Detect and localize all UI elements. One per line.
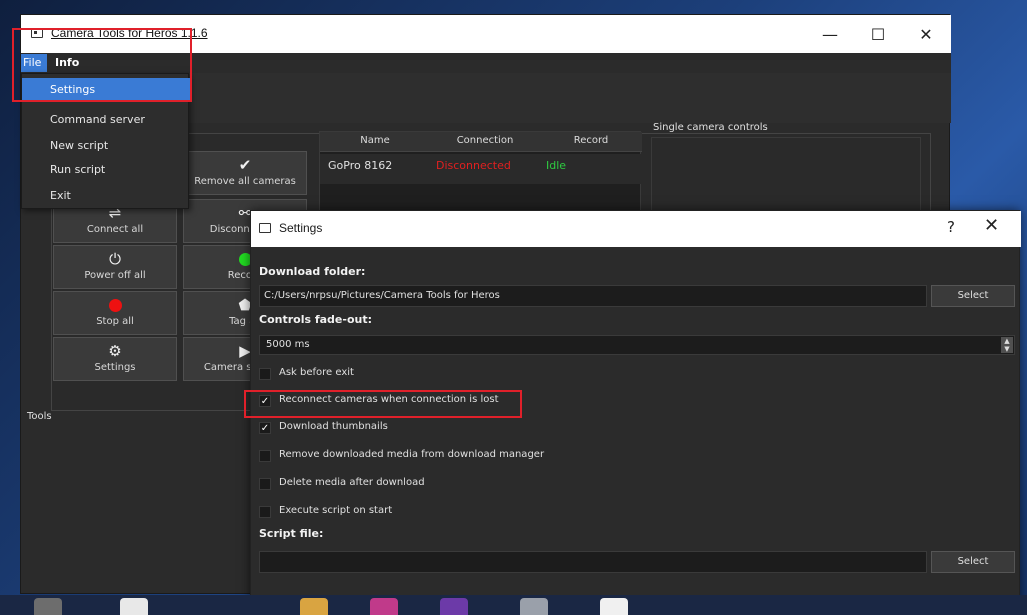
camera-name: GoPro 8162 <box>328 159 393 172</box>
checkbox-ask-before-exit[interactable]: Ask before exit <box>259 365 659 385</box>
download-folder-field[interactable]: C:/Users/nrpsu/Pictures/Camera Tools for… <box>259 285 927 307</box>
taskbar-app-icon[interactable] <box>34 598 62 615</box>
checkmark-icon[interactable]: ✓ <box>259 422 271 434</box>
stop-all-button[interactable]: Stop all <box>53 291 177 335</box>
script-file-label: Script file: <box>259 527 324 540</box>
help-button[interactable]: ? <box>947 218 955 236</box>
connection-status: Disconnected <box>436 159 511 172</box>
power-icon: ⏻ <box>109 250 121 268</box>
record-status: Idle <box>546 159 567 172</box>
spin-arrows-icon[interactable]: ▲ ▼ <box>1001 337 1013 353</box>
taskbar <box>0 595 1027 615</box>
script-file-select-button[interactable]: Select <box>931 551 1015 573</box>
brush-icon: ✔ <box>238 156 252 174</box>
taskbar-app-icon[interactable] <box>300 598 328 615</box>
script-file-field[interactable] <box>259 551 927 573</box>
checkbox-remove-downloaded-media[interactable]: Remove downloaded media from download ma… <box>259 447 679 467</box>
power-off-all-button[interactable]: ⏻ Power off all <box>53 245 177 289</box>
checkbox-download-thumbnails[interactable]: ✓ Download thumbnails <box>259 419 659 439</box>
single-camera-controls-label: Single camera controls <box>653 122 768 133</box>
annotation-highlight-menu <box>12 28 192 102</box>
header-name[interactable]: Name <box>320 135 430 146</box>
dialog-icon <box>259 223 271 233</box>
annotation-highlight-checkbox <box>244 390 522 418</box>
minimize-button[interactable]: — <box>807 15 853 53</box>
download-folder-select-button[interactable]: Select <box>931 285 1015 307</box>
gear-icon: ⚙ <box>108 342 122 360</box>
stop-dot-icon <box>108 299 122 312</box>
checkbox-box[interactable] <box>259 450 271 462</box>
menu-item-new-script[interactable]: New script <box>22 134 190 158</box>
fade-out-spinbox[interactable]: 5000 ms <box>259 335 1015 355</box>
dialog-close-button[interactable]: ✕ <box>984 215 999 236</box>
header-connection[interactable]: Connection <box>430 135 540 146</box>
checkbox-delete-media-after-download[interactable]: Delete media after download <box>259 475 659 495</box>
taskbar-app-icon[interactable] <box>440 598 468 615</box>
settings-button[interactable]: ⚙ Settings <box>53 337 177 381</box>
menu-item-command-server[interactable]: Command server <box>22 108 190 132</box>
maximize-button[interactable]: ☐ <box>855 15 901 53</box>
checkbox-box[interactable] <box>259 478 271 490</box>
taskbar-app-icon[interactable] <box>520 598 548 615</box>
taskbar-document-icon[interactable] <box>600 598 628 615</box>
remove-all-cameras-button[interactable]: ✔ Remove all cameras <box>183 151 307 195</box>
fade-out-label: Controls fade-out: <box>259 313 373 326</box>
dialog-titlebar: Settings ? ✕ <box>251 211 1021 247</box>
header-record[interactable]: Record <box>540 135 642 146</box>
checkbox-execute-script-on-start[interactable]: Execute script on start <box>259 503 659 523</box>
menu-item-run-script[interactable]: Run script <box>22 158 190 182</box>
checkbox-box[interactable] <box>259 506 271 518</box>
tools-label: Tools <box>27 411 52 422</box>
download-folder-label: Download folder: <box>259 265 366 278</box>
checkbox-box[interactable] <box>259 368 271 380</box>
table-header: Name Connection Record <box>320 132 642 152</box>
close-button[interactable]: ✕ <box>903 15 949 53</box>
dialog-title: Settings <box>279 221 323 235</box>
taskbar-document-icon[interactable] <box>120 598 148 615</box>
menu-item-exit[interactable]: Exit <box>22 184 190 208</box>
taskbar-app-icon[interactable] <box>370 598 398 615</box>
